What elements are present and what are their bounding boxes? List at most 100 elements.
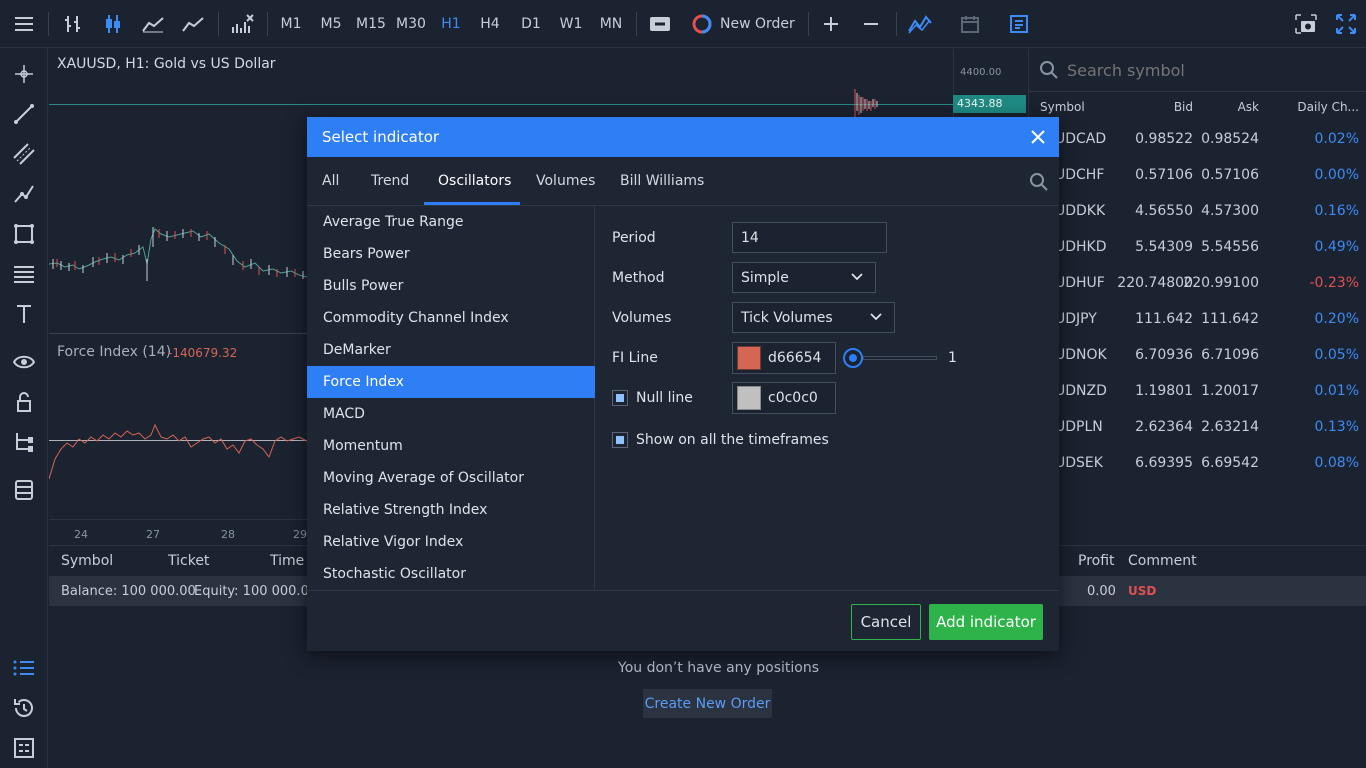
trend-line-icon[interactable]	[12, 102, 36, 126]
journal-icon[interactable]	[12, 736, 36, 760]
news-icon[interactable]	[1005, 8, 1033, 40]
col-profit[interactable]: Profit	[1078, 553, 1115, 569]
watch-row[interactable]: UDCAD 0.98522 0.98524 0.02%	[1029, 121, 1366, 157]
close-icon[interactable]	[1031, 130, 1045, 144]
chevron-down-icon	[851, 273, 863, 281]
indicators-icon[interactable]	[228, 8, 256, 40]
null-line-checkbox[interactable]	[612, 390, 628, 406]
indicator-list-item[interactable]: DeMarker	[307, 334, 595, 366]
eye-icon[interactable]	[12, 350, 36, 374]
timeframe-mn[interactable]: MN	[596, 8, 626, 40]
zoom-in-icon[interactable]	[818, 8, 844, 40]
method-select[interactable]: Simple	[732, 262, 876, 293]
lock-icon[interactable]	[12, 390, 36, 414]
search-symbol-input[interactable]	[1067, 57, 1357, 83]
database-icon[interactable]	[12, 478, 36, 502]
col-symbol[interactable]: Symbol	[61, 553, 113, 569]
crosshair-icon[interactable]	[12, 62, 36, 86]
tab-bill-williams[interactable]: Bill Williams	[620, 173, 704, 189]
object-tree-icon[interactable]	[12, 430, 36, 454]
one-click-trading-icon[interactable]	[646, 8, 674, 40]
tab-trend[interactable]: Trend	[371, 173, 409, 189]
menu-icon[interactable]	[10, 8, 38, 40]
screenshot-icon[interactable]	[1292, 8, 1320, 40]
profit-value: 0.00	[1087, 584, 1116, 599]
col-ask[interactable]: Ask	[1238, 100, 1259, 114]
indicator-list-item[interactable]: Relative Vigor Index	[307, 526, 595, 558]
show-all-timeframes-checkbox[interactable]	[612, 432, 628, 448]
timeframe-m1[interactable]: M1	[277, 8, 305, 40]
tab-all[interactable]: All	[322, 173, 339, 189]
positions-list-icon[interactable]	[12, 656, 36, 680]
rectangle-icon[interactable]	[12, 222, 36, 246]
indicator-list-item[interactable]: Bears Power	[307, 238, 595, 270]
period-input[interactable]: 14	[732, 222, 887, 253]
volumes-select[interactable]: Tick Volumes	[732, 302, 895, 333]
watch-row[interactable]: UDNOK 6.70936 6.71096 0.05%	[1029, 337, 1366, 373]
watch-bid: 6.70936	[1135, 347, 1193, 363]
indicator-list-item[interactable]: Moving Average of Oscillator	[307, 462, 595, 494]
fi-line-color-picker[interactable]: d66654	[732, 342, 836, 374]
col-symbol[interactable]: Symbol	[1040, 100, 1085, 114]
col-daily-change[interactable]: Daily Ch...	[1297, 100, 1359, 114]
channel-icon[interactable]	[12, 142, 36, 166]
text-tool-icon[interactable]	[12, 302, 36, 326]
timeframe-h1[interactable]: H1	[437, 8, 465, 40]
watch-row[interactable]: UDHUF 220.74800 220.99100 -0.23%	[1029, 265, 1366, 301]
fibonacci-icon[interactable]	[12, 262, 36, 286]
polyline-icon[interactable]	[12, 182, 36, 206]
drawing-toolbar	[0, 48, 48, 768]
candlestick-icon[interactable]	[100, 8, 126, 40]
col-comment[interactable]: Comment	[1128, 553, 1197, 569]
price-axis-label: 4400.00	[960, 67, 1002, 78]
line-width-slider[interactable]	[863, 356, 937, 360]
chart-title: XAUUSD, H1: Gold vs US Dollar	[57, 56, 276, 72]
col-time[interactable]: Time	[270, 553, 304, 569]
watch-row[interactable]: UDSEK 6.69395 6.69542 0.08%	[1029, 445, 1366, 481]
null-line-color-picker[interactable]: c0c0c0	[732, 382, 836, 414]
tab-oscillators[interactable]: Oscillators	[438, 173, 511, 189]
watch-row[interactable]: UDPLN 2.62364 2.63214 0.13%	[1029, 409, 1366, 445]
fi-line-label: FI Line	[612, 350, 658, 366]
watch-ask: 4.57300	[1201, 203, 1259, 219]
search-icon[interactable]	[1029, 172, 1049, 192]
watch-row[interactable]: UDJPY 111.642 111.642 0.20%	[1029, 301, 1366, 337]
zoom-out-icon[interactable]	[858, 8, 884, 40]
indicator-list-item[interactable]: Relative Strength Index	[307, 494, 595, 526]
tab-volumes[interactable]: Volumes	[536, 173, 595, 189]
col-bid[interactable]: Bid	[1174, 100, 1193, 114]
area-chart-icon[interactable]	[140, 8, 166, 40]
fullscreen-icon[interactable]	[1332, 8, 1360, 40]
bar-chart-icon[interactable]	[60, 8, 86, 40]
timeframe-h4[interactable]: H4	[476, 8, 504, 40]
history-icon[interactable]	[12, 696, 36, 720]
indicator-list-item[interactable]: MACD	[307, 398, 595, 430]
indicator-list-item[interactable]: Momentum	[307, 430, 595, 462]
timeframe-m15[interactable]: M15	[354, 8, 388, 40]
timeframe-m5[interactable]: M5	[317, 8, 345, 40]
add-indicator-button[interactable]: Add indicator	[929, 604, 1043, 640]
create-new-order-button[interactable]: Create New Order	[643, 689, 772, 718]
indicator-list-item[interactable]: Commodity Channel Index	[307, 302, 595, 334]
market-watch: Symbol Bid Ask Daily Ch... UDCAD 0.98522 0…	[1028, 49, 1366, 543]
line-chart-icon[interactable]	[180, 8, 206, 40]
timeframe-d1[interactable]: D1	[517, 8, 545, 40]
indicator-wave-icon[interactable]	[906, 8, 934, 40]
cancel-button[interactable]: Cancel	[851, 604, 921, 640]
indicator-list-item[interactable]: Average True Range	[307, 206, 595, 238]
indicator-list-item[interactable]: Force Index	[307, 366, 595, 398]
watch-row[interactable]: UDDKK 4.56550 4.57300 0.16%	[1029, 193, 1366, 229]
watch-row[interactable]: UDCHF 0.57106 0.57106 0.00%	[1029, 157, 1366, 193]
col-ticket[interactable]: Ticket	[168, 553, 209, 569]
watch-row[interactable]: UDNZD 1.19801 1.20017 0.01%	[1029, 373, 1366, 409]
indicator-list-item[interactable]: Bulls Power	[307, 270, 595, 302]
calendar-icon[interactable]	[956, 8, 984, 40]
timeframe-w1[interactable]: W1	[557, 8, 585, 40]
method-label: Method	[612, 270, 665, 286]
watch-row[interactable]: UDHKD 5.54309 5.54556 0.49%	[1029, 229, 1366, 265]
indicator-list-item[interactable]: Stochastic Oscillator	[307, 558, 595, 590]
new-order-button[interactable]: New Order	[692, 8, 800, 40]
method-value: Simple	[741, 269, 789, 286]
timeframe-m30[interactable]: M30	[394, 8, 428, 40]
line-width-slider-handle[interactable]	[843, 348, 863, 368]
